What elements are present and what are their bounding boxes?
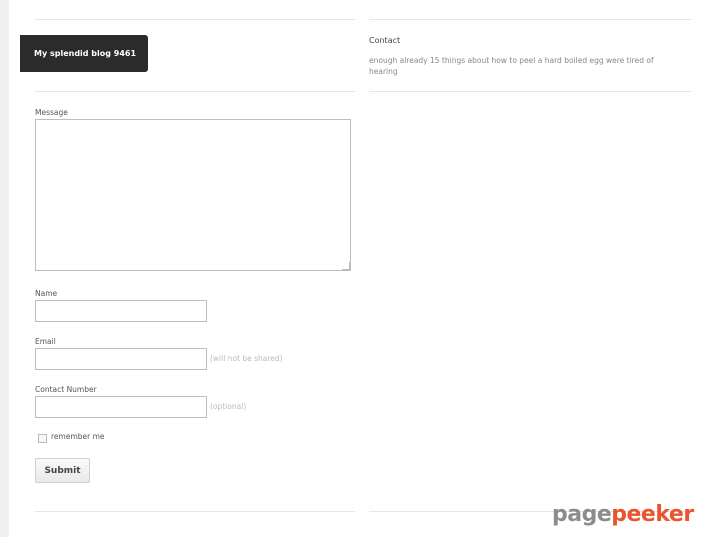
- remember-me-checkbox[interactable]: [38, 434, 47, 443]
- contact-number-label: Contact Number: [35, 385, 97, 394]
- name-input[interactable]: [35, 300, 207, 322]
- message-label: Message: [35, 108, 68, 117]
- header-divider-right: [369, 91, 691, 92]
- logo-part-peeker: peeker: [611, 502, 694, 527]
- contact-number-input[interactable]: [35, 396, 207, 418]
- remember-me-label[interactable]: remember me: [51, 432, 105, 441]
- submit-button[interactable]: Submit: [35, 458, 90, 483]
- bottom-divider-left: [35, 511, 355, 512]
- name-label: Name: [35, 289, 58, 298]
- blog-title-link[interactable]: My splendid blog 9461: [20, 35, 148, 72]
- email-hint: (will not be shared): [210, 354, 283, 363]
- contact-widget-heading: Contact: [369, 36, 401, 45]
- resize-handle-icon[interactable]: [342, 262, 350, 270]
- message-textarea[interactable]: [35, 119, 351, 271]
- contact-number-hint: (optional): [210, 402, 247, 411]
- email-input[interactable]: [35, 348, 207, 370]
- top-divider-left: [35, 19, 355, 20]
- header-divider-left: [35, 91, 355, 92]
- contact-widget-text: enough already 15 things about how to pe…: [369, 56, 654, 76]
- top-divider-right: [369, 19, 691, 20]
- pagepeeker-logo: pagepeeker: [552, 502, 694, 527]
- email-label: Email: [35, 337, 56, 346]
- logo-part-page: page: [552, 502, 612, 527]
